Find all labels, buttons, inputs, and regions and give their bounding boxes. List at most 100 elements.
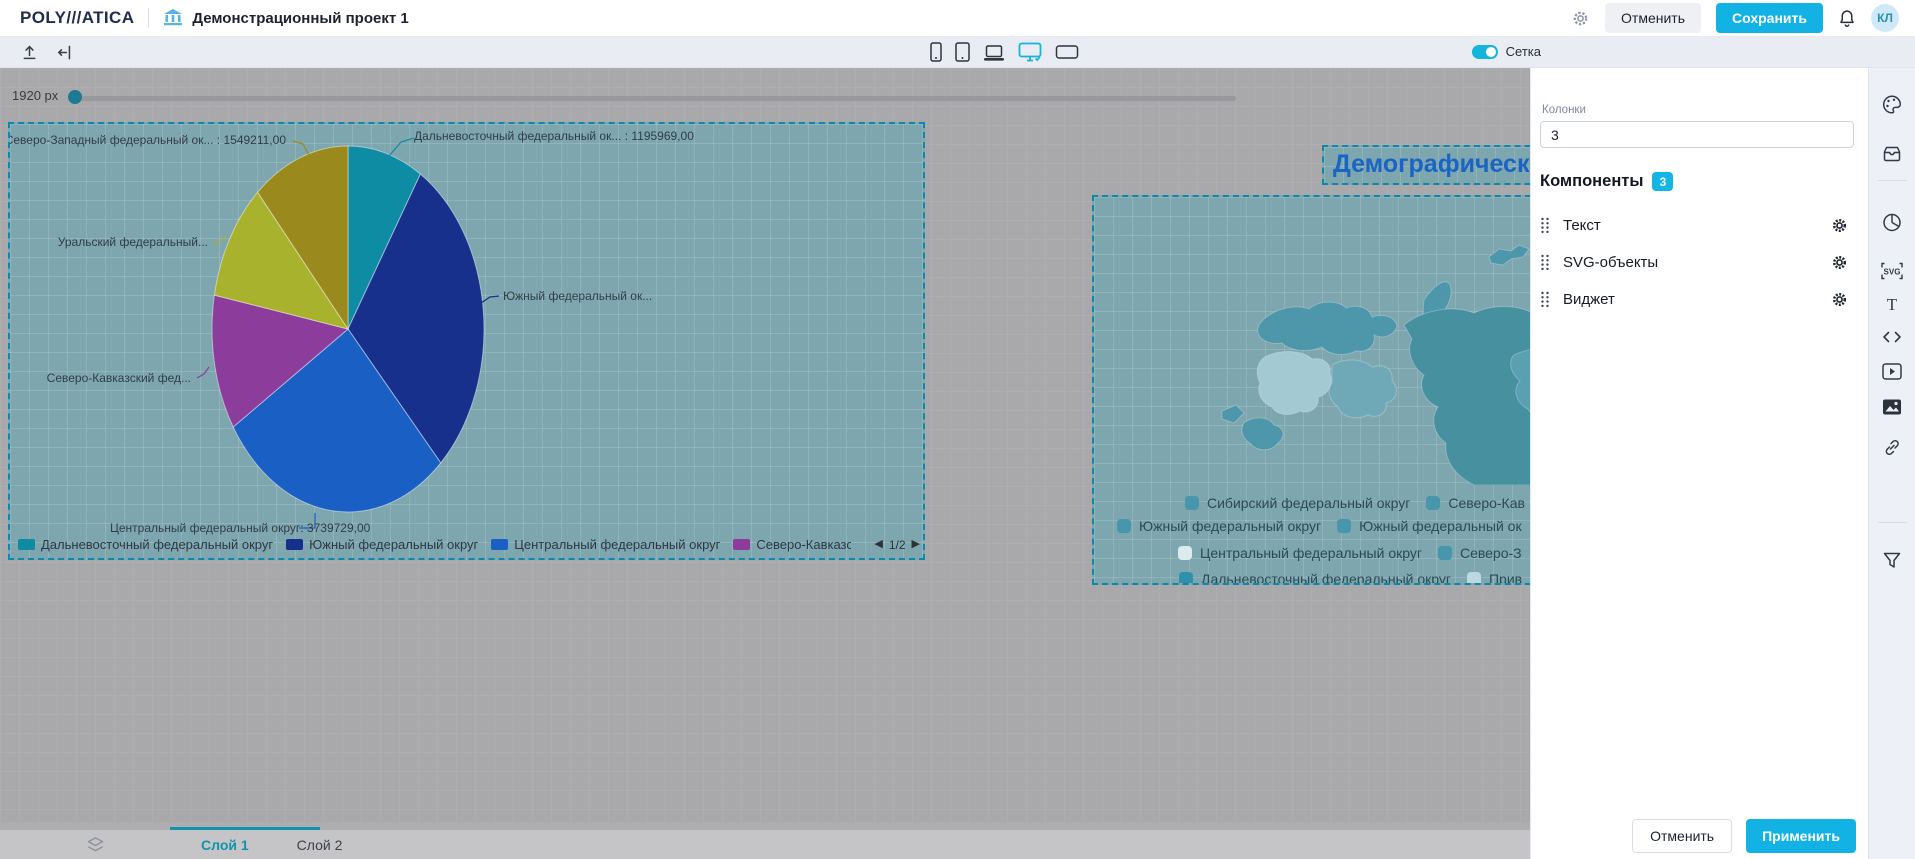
avatar[interactable]: КЛ xyxy=(1871,4,1899,32)
legend-label: Южный федеральный округ xyxy=(309,537,478,552)
legend-item[interactable]: Дальневосточный федеральный округ xyxy=(18,537,273,552)
editor-toolbar: Сетка xyxy=(0,37,1915,68)
map-legend-swatch[interactable] xyxy=(1185,496,1199,510)
component-row-widget[interactable]: Виджет xyxy=(1540,281,1854,318)
legend-swatch xyxy=(491,539,508,550)
palette-icon[interactable] xyxy=(1882,94,1903,115)
map-legend-label: Южный федеральный ок xyxy=(1359,518,1521,534)
notifications-bell-icon[interactable] xyxy=(1838,9,1856,28)
project-icon xyxy=(163,9,183,27)
device-widescreen-icon[interactable] xyxy=(1055,43,1079,62)
upload-icon[interactable] xyxy=(20,43,39,62)
components-count-badge: 3 xyxy=(1652,172,1673,191)
map-legend-label: Сибирский федеральный округ xyxy=(1207,495,1410,511)
polymatica-logo: POLY///ATICA xyxy=(20,8,134,28)
component-gear-icon[interactable] xyxy=(1831,291,1848,308)
grid-toggle-group: Сетка xyxy=(1472,44,1541,59)
header: POLY///ATICA Демонстрационный проект 1 О… xyxy=(0,0,1915,37)
pie-callout-skfo: Северо-Кавказский фед... xyxy=(47,371,191,385)
collapse-left-icon[interactable] xyxy=(55,43,74,62)
legend-swatch xyxy=(18,539,35,550)
panel-apply-button[interactable]: Применить xyxy=(1746,819,1856,853)
tab-layer-1[interactable]: Слой 1 xyxy=(201,837,249,853)
legend-pagination: ◀ 1/2 ▶ xyxy=(874,536,920,553)
image-icon[interactable] xyxy=(1882,398,1903,416)
pie-chart-icon[interactable] xyxy=(1882,212,1903,233)
legend-item[interactable]: Северо-Кавказский федеральный округ xyxy=(733,537,851,552)
video-icon[interactable] xyxy=(1882,362,1903,381)
device-desktop-icon-active[interactable] xyxy=(1018,42,1042,62)
cancel-button[interactable]: Отменить xyxy=(1605,3,1701,33)
link-icon[interactable] xyxy=(1883,438,1902,457)
polymatica-editor: POLY///ATICA Демонстрационный проект 1 О… xyxy=(0,0,1915,859)
canvas-width-slider-track[interactable] xyxy=(76,96,1236,101)
widget-type-sidebar: SVG T xyxy=(1868,68,1915,859)
pie-callout-szfo: Северо-Западный федеральный ок... : 1549… xyxy=(8,133,286,147)
map-legend-swatch[interactable] xyxy=(1337,519,1351,533)
code-icon[interactable] xyxy=(1882,329,1903,345)
map-legend-swatch[interactable] xyxy=(1438,546,1452,560)
device-phone-icon[interactable] xyxy=(930,42,942,62)
component-gear-icon[interactable] xyxy=(1831,217,1848,234)
component-row-svg[interactable]: SVG-объекты xyxy=(1540,244,1854,281)
map-legend-swatch[interactable] xyxy=(1426,496,1440,510)
legend-prev-icon[interactable]: ◀ xyxy=(874,539,882,550)
map-legend-label: Северо-З xyxy=(1460,545,1522,561)
drag-handle-icon[interactable] xyxy=(1540,291,1550,308)
map-legend-row: Дальневосточный федеральный округ Прив xyxy=(1179,571,1538,585)
component-settings-panel: Колонки Компоненты 3 Текст SVG- xyxy=(1530,68,1868,859)
map-legend-label: Южный федеральный округ xyxy=(1139,518,1321,534)
canvas-width-slider-knob[interactable] xyxy=(68,90,82,104)
map-legend-swatch[interactable] xyxy=(1117,519,1131,533)
sidebar-divider xyxy=(1878,522,1907,523)
text-icon[interactable]: T xyxy=(1883,295,1902,314)
columns-input[interactable] xyxy=(1540,121,1854,148)
grid-toggle[interactable] xyxy=(1472,45,1498,59)
layer-bar-strip xyxy=(0,822,1530,830)
svg-object-icon[interactable]: SVG xyxy=(1881,262,1904,280)
legend-swatch xyxy=(286,539,303,550)
pie-callout-yuzhny: Южный федеральный ок... xyxy=(503,289,652,303)
legend-next-icon[interactable]: ▶ xyxy=(912,539,920,550)
component-row-text[interactable]: Текст xyxy=(1540,207,1854,244)
device-tablet-icon[interactable] xyxy=(955,42,970,62)
map-legend-swatch[interactable] xyxy=(1179,572,1193,585)
map-legend-row: Центральный федеральный округ Северо-З xyxy=(1178,545,1538,561)
header-divider xyxy=(148,8,149,28)
components-list: Текст SVG-объекты xyxy=(1540,207,1854,318)
tab-layer-2[interactable]: Слой 2 xyxy=(297,837,343,853)
component-gear-icon[interactable] xyxy=(1831,254,1848,271)
map-legend-swatch[interactable] xyxy=(1467,572,1481,585)
layers-icon[interactable] xyxy=(86,836,105,853)
map-legend-swatch[interactable] xyxy=(1178,546,1192,560)
pie-chart[interactable] xyxy=(10,124,925,560)
drag-handle-icon[interactable] xyxy=(1540,217,1550,234)
pie-legend: Дальневосточный федеральный округ Южный … xyxy=(18,536,851,553)
filter-funnel-icon[interactable] xyxy=(1882,551,1902,570)
legend-item[interactable]: Южный федеральный округ xyxy=(286,537,478,552)
legend-swatch xyxy=(733,539,750,550)
sidebar-divider xyxy=(1878,180,1907,181)
map-legend-label: Прив xyxy=(1489,571,1522,585)
legend-label: Центральный федеральный округ xyxy=(514,537,720,552)
drag-handle-icon[interactable] xyxy=(1540,254,1550,271)
components-heading: Компоненты xyxy=(1540,172,1643,191)
pie-callout-central: Центральный федеральный округ: 3739729,0… xyxy=(110,521,370,535)
pie-callout-dfo: Дальневосточный федеральный ок... : 1195… xyxy=(414,129,694,143)
save-button[interactable]: Сохранить xyxy=(1716,3,1823,33)
device-laptop-icon[interactable] xyxy=(983,44,1005,62)
settings-gear-icon[interactable] xyxy=(1571,9,1590,28)
device-preview-switcher xyxy=(930,42,1079,62)
component-label: Текст xyxy=(1563,217,1601,234)
panel-cancel-button[interactable]: Отменить xyxy=(1632,819,1732,853)
legend-label: Дальневосточный федеральный округ xyxy=(41,537,273,552)
component-label: SVG-объекты xyxy=(1563,254,1658,271)
pie-chart-widget[interactable]: Северо-Западный федеральный ок... : 1549… xyxy=(8,122,925,560)
svg-text:SVG: SVG xyxy=(1884,268,1901,277)
legend-page-indicator: 1/2 xyxy=(889,538,906,552)
drawer-icon[interactable] xyxy=(1882,144,1903,163)
map-legend-label[interactable]: Дальневосточный федеральный округ xyxy=(1201,571,1451,585)
legend-item[interactable]: Центральный федеральный округ xyxy=(491,537,720,552)
map-legend-label: Центральный федеральный округ xyxy=(1200,545,1422,561)
canvas-width-label: 1920 px xyxy=(12,88,58,103)
